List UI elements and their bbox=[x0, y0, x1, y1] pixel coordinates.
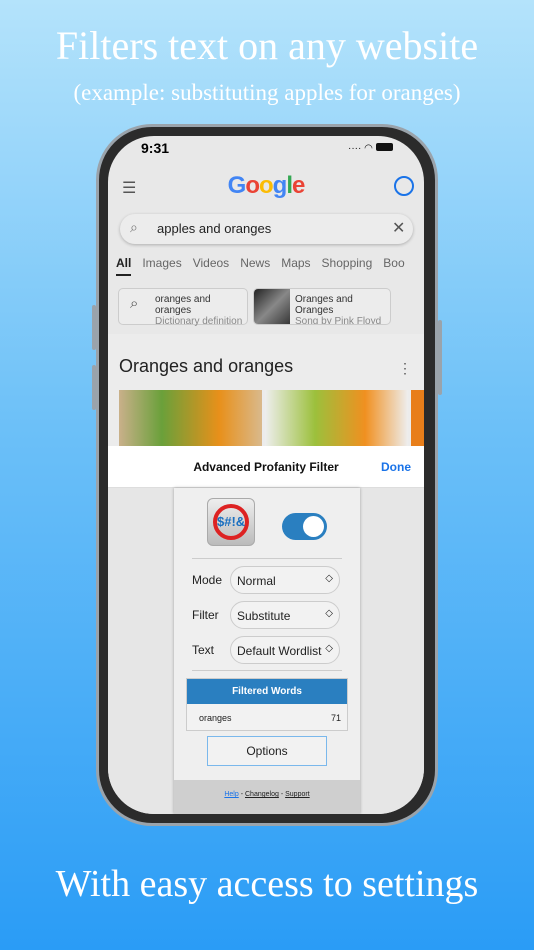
card-subtitle: Song by Pink Floyd bbox=[295, 316, 382, 325]
tab-shopping[interactable]: Shopping bbox=[322, 256, 373, 270]
sheet-title: Advanced Profanity Filter bbox=[193, 460, 339, 474]
mode-select[interactable]: Normal ◇ bbox=[230, 566, 340, 594]
filter-value: Substitute bbox=[237, 609, 291, 623]
sheet-header: Advanced Profanity Filter Done bbox=[108, 446, 424, 488]
search-icon: ⌕ bbox=[130, 219, 138, 235]
tab-books[interactable]: Boo bbox=[383, 256, 404, 270]
phone-screen: 9:31 ···· ◠ ☰ Google ⌕ apples and orange… bbox=[108, 136, 424, 814]
google-logo: Google bbox=[227, 172, 306, 199]
divider bbox=[192, 670, 342, 671]
support-link[interactable]: Support bbox=[285, 791, 310, 798]
status-icons: ···· ◠ bbox=[348, 143, 393, 154]
image-result[interactable] bbox=[119, 390, 262, 446]
card-subtitle: Dictionary definition bbox=[155, 316, 243, 327]
account-icon[interactable] bbox=[394, 176, 414, 196]
select-arrows-icon: ◇ bbox=[325, 643, 333, 654]
tab-all[interactable]: All bbox=[116, 256, 132, 276]
help-link[interactable]: Help bbox=[224, 791, 238, 798]
filter-select[interactable]: Substitute ◇ bbox=[230, 601, 340, 629]
filter-panel: $#!& Mode Normal ◇ Filter Substitute ◇ Tex… bbox=[174, 488, 360, 814]
card-dictionary[interactable]: ⌕ oranges and oranges Dictionary definiti… bbox=[118, 288, 248, 327]
enable-toggle[interactable] bbox=[282, 513, 327, 540]
text-label: Text bbox=[192, 643, 215, 657]
separator: - bbox=[280, 791, 284, 798]
filtered-words-table: Filtered Words oranges 71 bbox=[186, 678, 348, 731]
card-title: Oranges and Oranges bbox=[295, 294, 353, 316]
word: oranges bbox=[199, 713, 232, 723]
search-input[interactable]: ⌕ apples and oranges ✕ bbox=[120, 214, 413, 244]
search-value: apples and oranges bbox=[157, 221, 272, 236]
image-result[interactable] bbox=[411, 390, 424, 446]
promo-subheadline: (example: substituting apples for orange… bbox=[73, 80, 461, 105]
table-row: oranges 71 bbox=[187, 704, 347, 730]
options-button[interactable]: Options bbox=[207, 736, 327, 766]
card-title: oranges and oranges bbox=[155, 294, 211, 316]
search-icon: ⌕ bbox=[130, 295, 139, 312]
select-arrows-icon: ◇ bbox=[325, 608, 333, 619]
text-value: Default Wordlist bbox=[237, 644, 322, 658]
divider bbox=[192, 558, 342, 559]
app-logo-icon: $#!& bbox=[207, 498, 255, 546]
card-song[interactable]: Oranges and Oranges Song by Pink Floyd bbox=[253, 288, 391, 325]
text-select[interactable]: Default Wordlist ◇ bbox=[230, 636, 340, 664]
section-title: Oranges and oranges bbox=[119, 356, 294, 376]
changelog-link[interactable]: Changelog bbox=[245, 791, 279, 798]
clear-icon[interactable]: ✕ bbox=[392, 218, 405, 238]
phone-button bbox=[438, 320, 442, 395]
separator: - bbox=[240, 791, 244, 798]
mode-value: Normal bbox=[237, 574, 276, 588]
table-header: Filtered Words bbox=[187, 679, 347, 704]
mode-label: Mode bbox=[192, 573, 223, 587]
status-time: 9:31 bbox=[141, 140, 170, 156]
filter-label: Filter bbox=[192, 608, 219, 622]
tab-news[interactable]: News bbox=[240, 256, 270, 270]
done-button[interactable]: Done bbox=[381, 460, 411, 474]
count: 71 bbox=[330, 713, 341, 723]
image-result[interactable] bbox=[265, 390, 408, 446]
tab-images[interactable]: Images bbox=[142, 256, 181, 270]
promo-headline: Filters text on any website bbox=[55, 23, 479, 68]
promo-footer: With easy access to settings bbox=[55, 863, 479, 905]
tab-videos[interactable]: Videos bbox=[193, 256, 229, 270]
tab-maps[interactable]: Maps bbox=[281, 256, 310, 270]
album-thumbnail bbox=[254, 289, 290, 324]
select-arrows-icon: ◇ bbox=[325, 573, 333, 584]
more-icon[interactable]: ⋮ bbox=[398, 360, 412, 377]
footer-links: Help - Changelog - Support bbox=[174, 780, 360, 814]
search-tabs: All Images Videos News Maps Shopping Boo bbox=[116, 256, 405, 276]
